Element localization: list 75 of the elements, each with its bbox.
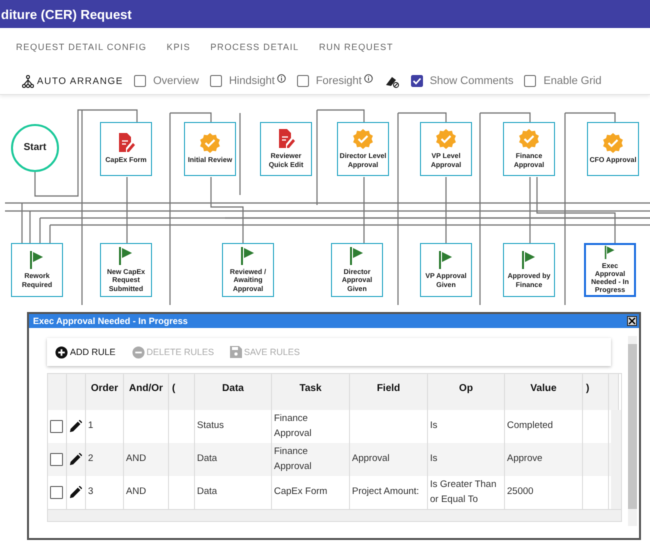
info-icon — [364, 74, 373, 82]
checkbox[interactable] — [410, 75, 423, 87]
column-header: Op — [428, 374, 505, 410]
column-header: Field — [350, 374, 428, 410]
option-label: Overview — [153, 75, 199, 87]
add-rule-button[interactable]: ADD RULE — [55, 346, 116, 358]
edit-icon[interactable] — [69, 420, 82, 433]
edit-icon[interactable] — [69, 453, 82, 466]
table-cell-text: AND — [126, 485, 146, 500]
column-header: Order — [86, 374, 124, 410]
option-label: Enable Grid — [543, 75, 602, 87]
table-cell-text: Finance Approval — [274, 445, 312, 474]
document-edit-icon — [276, 128, 296, 150]
flag-icon — [438, 250, 454, 270]
plus-circle-icon — [55, 346, 68, 358]
check-badge-icon — [518, 128, 540, 150]
table-cell-text: Finance Approval — [274, 412, 312, 440]
row-checkbox[interactable] — [50, 420, 63, 433]
check-badge-icon — [602, 132, 624, 154]
edit-icon[interactable] — [69, 486, 82, 499]
tab[interactable]: REQUEST DETAIL CONFIG — [8, 36, 155, 60]
table-cell-text: Project Amount: — [352, 485, 420, 500]
table-cell-text: 2 — [88, 452, 94, 466]
column-header: Task — [272, 374, 350, 410]
auto-arrange-button[interactable]: AUTO ARRANGE — [22, 74, 124, 88]
table-cell-text: Completed — [507, 419, 553, 434]
document-edit-icon — [116, 132, 136, 154]
table-cell-text: Is — [430, 452, 438, 466]
close-button[interactable] — [627, 316, 637, 326]
option-label: Hindsight — [228, 75, 275, 87]
table-cell-text: Is — [430, 419, 438, 434]
checkbox[interactable] — [524, 75, 536, 87]
table-cell-text: 3 — [88, 485, 94, 500]
row-checkbox[interactable] — [50, 486, 63, 499]
table-cell-text: AND — [126, 452, 146, 466]
start-node[interactable]: Start — [11, 124, 59, 172]
table-cell-text: CapEx Form — [274, 485, 328, 500]
flag-icon — [118, 246, 134, 266]
save-icon — [230, 346, 242, 358]
info-icon — [276, 74, 286, 82]
column-header: ( — [169, 374, 195, 410]
table-cell-text: Data — [197, 485, 218, 500]
page-title: diture (CER) Request — [0, 6, 132, 22]
column-header: And/Or — [124, 374, 169, 410]
dialog-title: Exec Approval Needed - In Progress — [33, 316, 188, 326]
column-header: Value — [505, 374, 583, 410]
flag-icon — [349, 246, 365, 266]
eraser-icon[interactable] — [384, 74, 400, 88]
table-cell-text: Approve — [507, 452, 542, 466]
table-cell-text: Data — [197, 452, 218, 466]
flag-icon — [29, 250, 45, 270]
table-cell-text: 25000 — [507, 485, 534, 500]
check-badge-icon — [435, 128, 457, 150]
table-cell-text: Is Greater Than or Equal To — [430, 478, 498, 506]
checkbox[interactable] — [296, 75, 309, 87]
row-checkbox[interactable] — [50, 453, 63, 466]
checkbox[interactable] — [210, 75, 222, 87]
column-header: ) — [583, 374, 609, 410]
tab[interactable]: PROCESS DETAIL — [202, 36, 307, 60]
tab[interactable]: RUN REQUEST — [310, 36, 402, 60]
column-header: Data — [195, 374, 272, 410]
minus-circle-icon — [132, 346, 145, 358]
table-cell-text: Approval — [352, 452, 390, 466]
check-badge-icon — [199, 132, 221, 154]
tab[interactable]: KPIS — [158, 36, 198, 60]
option-label: Foresight — [316, 75, 362, 87]
hierarchy-icon — [22, 74, 34, 88]
check-badge-icon — [352, 128, 374, 150]
flag-icon — [240, 246, 256, 266]
table-cell-text: Status — [197, 419, 224, 434]
node-label: Start — [24, 142, 46, 154]
option-label: Show Comments — [430, 75, 514, 87]
checkbox[interactable] — [134, 75, 146, 87]
table-cell-text: 1 — [88, 419, 94, 434]
flag-icon — [521, 250, 537, 270]
